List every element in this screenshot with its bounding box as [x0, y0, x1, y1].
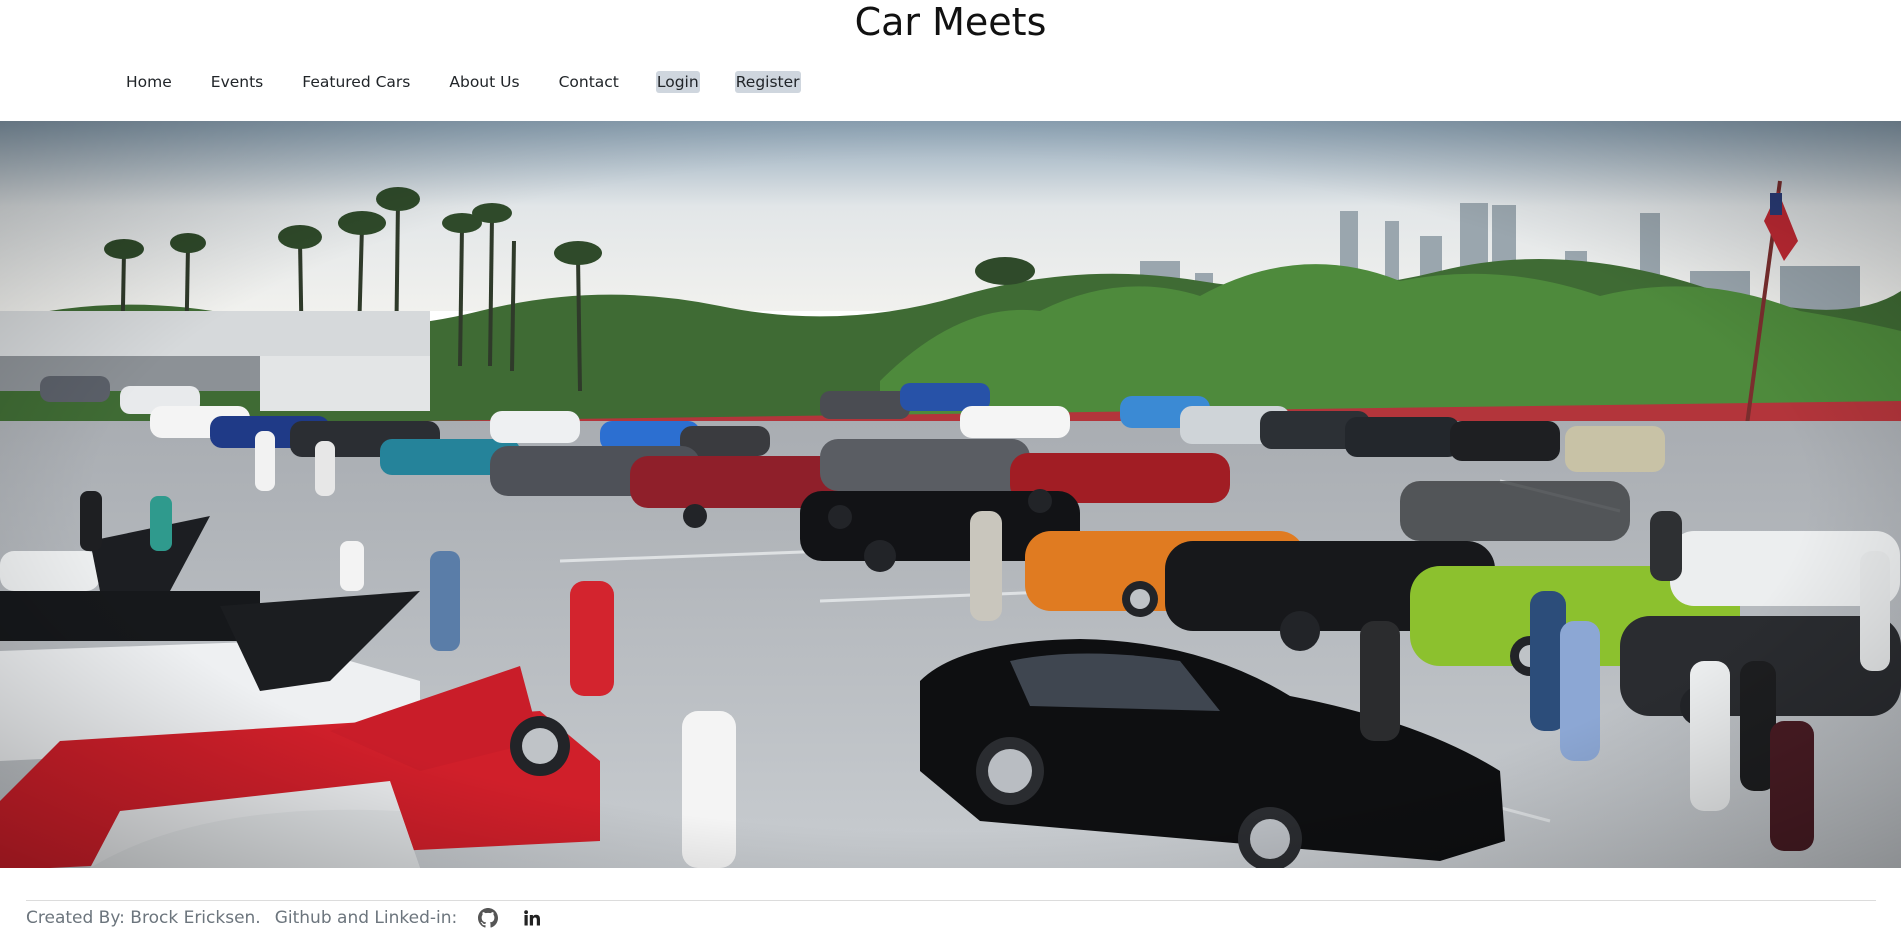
- nav-events-link[interactable]: Events: [209, 71, 265, 93]
- footer-credit: Created By: Brock Ericksen.: [26, 908, 261, 928]
- nav-home-link[interactable]: Home: [124, 71, 174, 93]
- main-nav: Home Events Featured Cars About Us Conta…: [124, 70, 836, 94]
- site-title: Car Meets: [854, 0, 1047, 44]
- hero-image: [0, 121, 1901, 868]
- nav-featured-cars-link[interactable]: Featured Cars: [300, 71, 412, 93]
- nav-login-link[interactable]: Login: [655, 71, 700, 93]
- linkedin-icon[interactable]: [521, 907, 543, 929]
- nav-register-link[interactable]: Register: [734, 71, 801, 93]
- github-icon[interactable]: [477, 907, 499, 929]
- footer-divider: [26, 900, 1876, 901]
- footer-links-label: Github and Linked-in:: [274, 908, 458, 928]
- nav-contact-link[interactable]: Contact: [557, 71, 621, 93]
- nav-about-us-link[interactable]: About Us: [447, 71, 521, 93]
- footer: Created By: Brock Ericksen. Github and L…: [26, 904, 565, 932]
